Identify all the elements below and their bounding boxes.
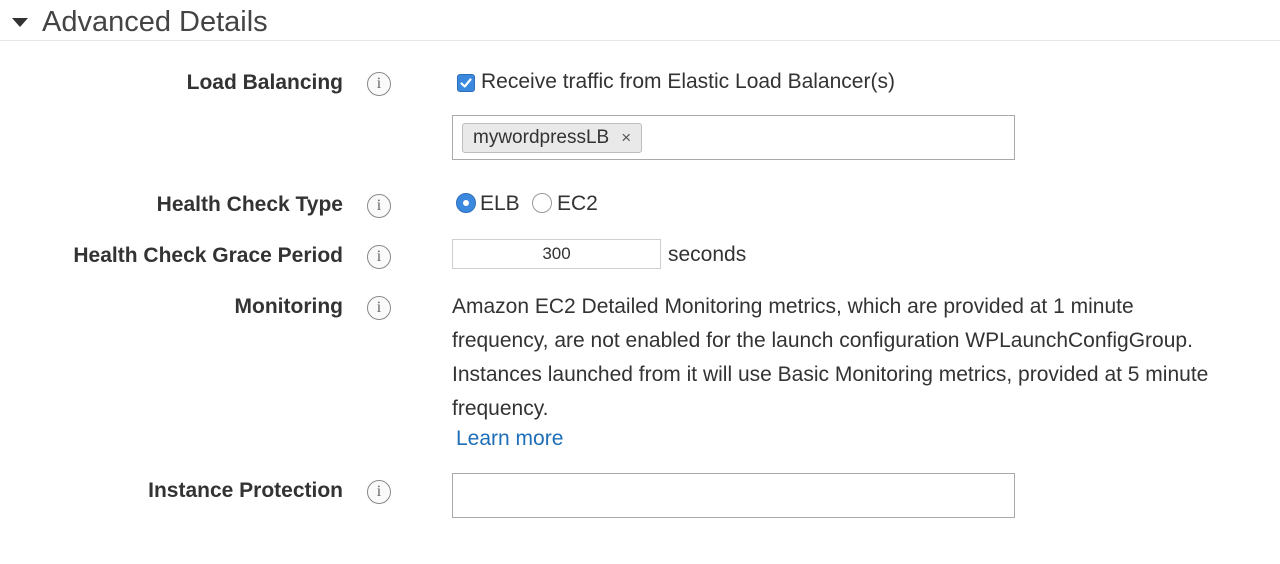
elb-traffic-checkbox[interactable]: [457, 74, 475, 92]
instance-protection-select[interactable]: [452, 473, 1015, 518]
section-title: Advanced Details: [42, 6, 268, 38]
caret-down-icon[interactable]: [12, 18, 28, 27]
grace-period-input[interactable]: [452, 239, 661, 269]
monitoring-description: Amazon EC2 Detailed Monitoring metrics, …: [452, 290, 1280, 426]
info-icon[interactable]: i: [367, 480, 391, 504]
health-check-elb-radio[interactable]: [456, 193, 476, 213]
info-icon[interactable]: i: [367, 296, 391, 320]
load-balancing-label: Load Balancing: [186, 71, 343, 94]
instance-protection-label: Instance Protection: [148, 479, 343, 502]
health-check-type-label: Health Check Type: [156, 193, 343, 216]
info-icon[interactable]: i: [367, 245, 391, 269]
load-balancer-selector[interactable]: mywordpressLB ×: [452, 115, 1015, 160]
learn-more-link[interactable]: Learn more: [456, 427, 563, 451]
advanced-details-header[interactable]: Advanced Details: [0, 0, 1280, 41]
health-check-grace-period-label: Health Check Grace Period: [73, 244, 343, 267]
monitoring-text-line: frequency.: [452, 397, 549, 420]
health-check-ec2-radio[interactable]: [532, 193, 552, 213]
health-check-ec2-label: EC2: [557, 192, 598, 215]
checkmark-icon: [460, 78, 472, 88]
monitoring-label: Monitoring: [234, 295, 343, 318]
elb-traffic-checkbox-label: Receive traffic from Elastic Load Balanc…: [481, 70, 895, 93]
info-icon[interactable]: i: [367, 72, 391, 96]
token-label: mywordpressLB: [473, 127, 610, 148]
monitoring-text-line: Amazon EC2 Detailed Monitoring metrics, …: [452, 295, 1134, 318]
info-icon[interactable]: i: [367, 194, 391, 218]
load-balancer-token: mywordpressLB ×: [462, 123, 643, 153]
monitoring-text-line: frequency, are not enabled for the launc…: [452, 329, 1193, 352]
grace-period-unit: seconds: [668, 243, 747, 266]
health-check-elb-label: ELB: [480, 192, 520, 215]
monitoring-text-line: Instances launched from it will use Basi…: [452, 363, 1209, 386]
remove-token-icon[interactable]: ×: [621, 128, 631, 147]
